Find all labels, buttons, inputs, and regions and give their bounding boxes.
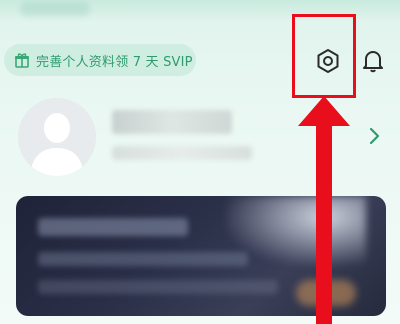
- blurred-username: [112, 110, 232, 134]
- chevron-right-icon: [369, 127, 380, 145]
- blurred-status-content: [20, 2, 90, 16]
- vip-banner-text: 完善个人资料领 7 天 SVIP: [36, 54, 193, 70]
- card-blurred-line: [38, 280, 278, 294]
- up-arrow-icon: [298, 96, 350, 324]
- complete-profile-vip-banner[interactable]: 完善个人资料领 7 天 SVIP: [4, 44, 196, 76]
- gift-icon: [14, 52, 30, 68]
- bell-icon: [363, 51, 383, 73]
- blurred-user-subtitle: [112, 146, 252, 160]
- default-avatar-icon: [18, 98, 96, 176]
- card-blurred-line: [38, 252, 248, 266]
- settings-highlight-box: [292, 14, 356, 98]
- profile-chevron-button[interactable]: [366, 126, 382, 146]
- avatar[interactable]: [18, 98, 96, 176]
- card-blurred-title: [38, 218, 188, 236]
- notifications-button[interactable]: [360, 47, 386, 75]
